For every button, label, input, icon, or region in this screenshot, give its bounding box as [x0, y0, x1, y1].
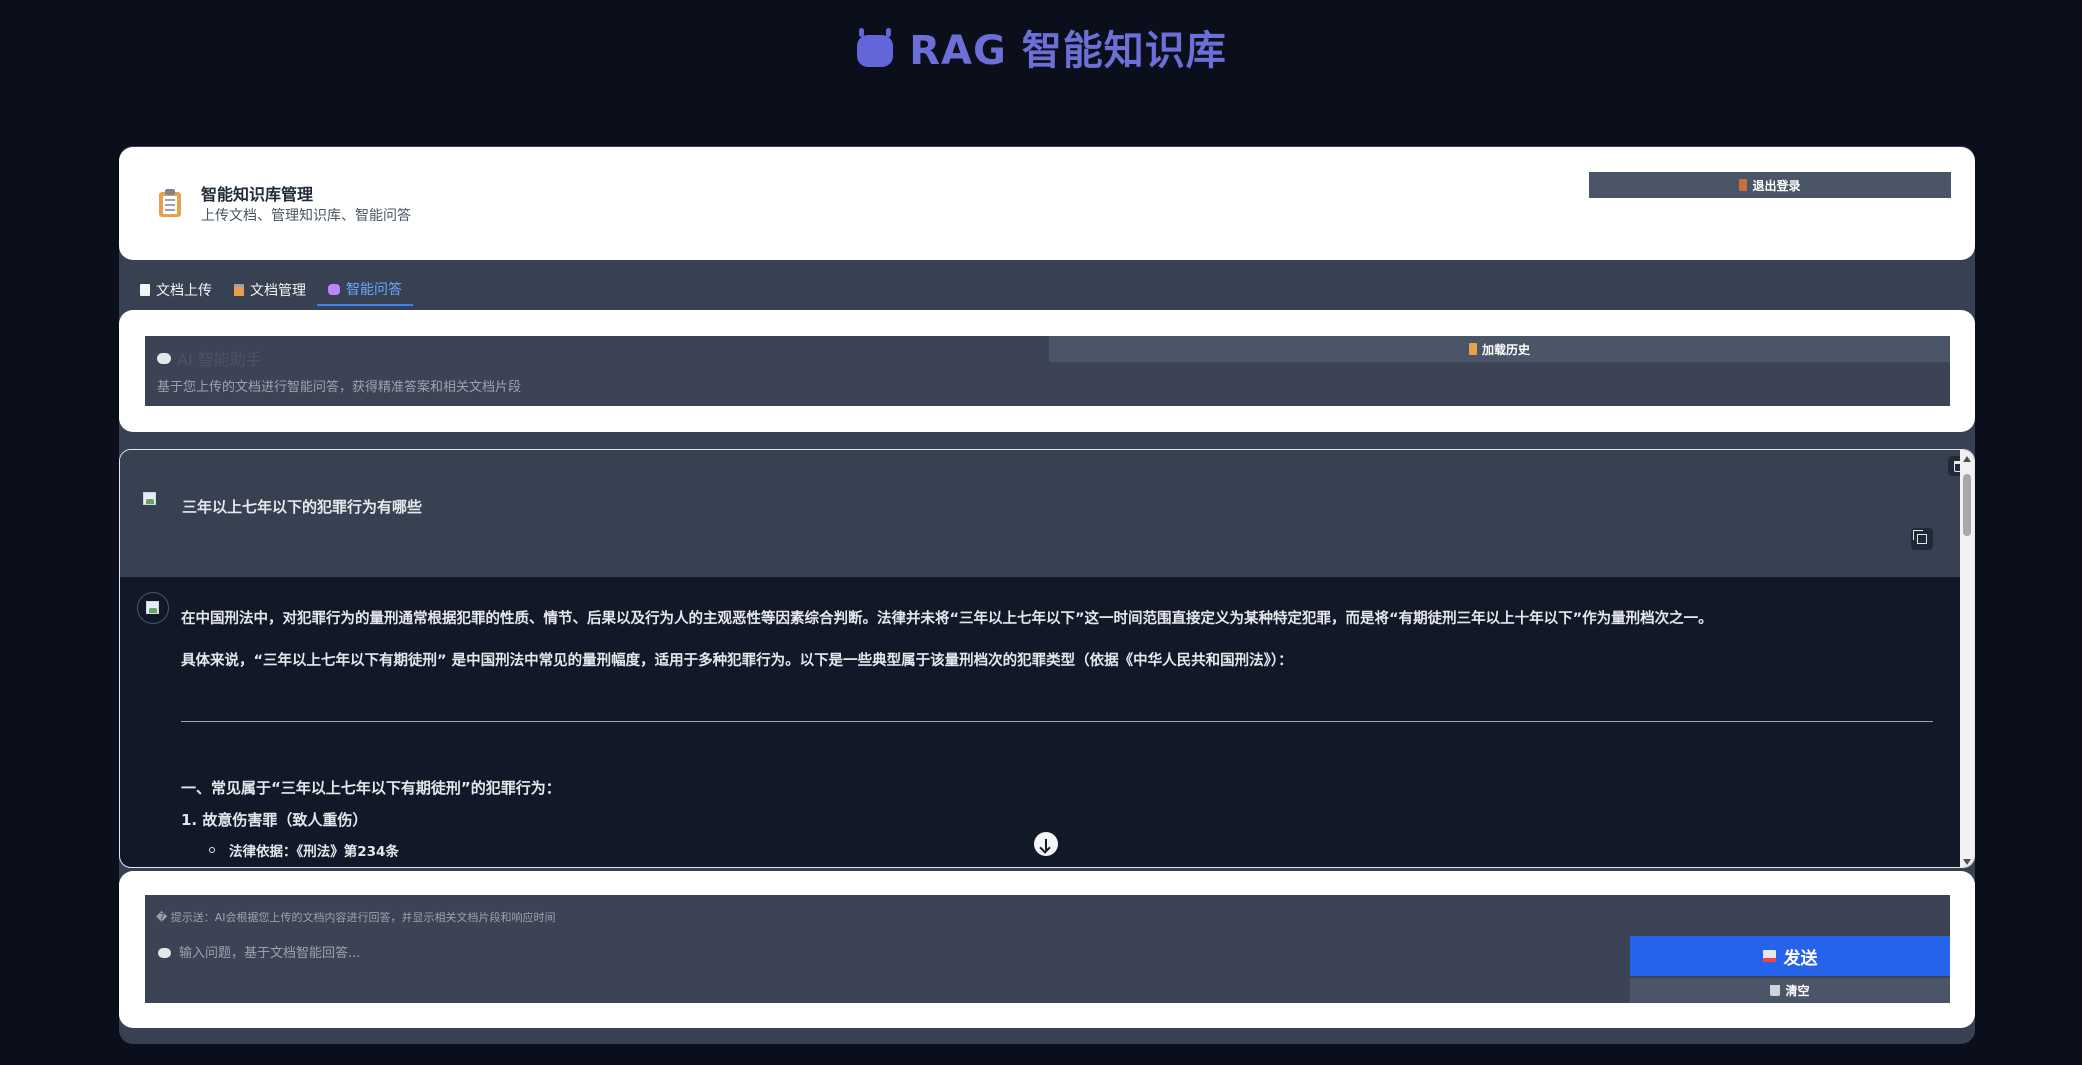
user-avatar: [141, 490, 159, 508]
arrow-down-icon: [1045, 838, 1047, 850]
load-history-button[interactable]: 加载历史: [1049, 336, 1950, 362]
ai-avatar-image: [144, 599, 162, 617]
scroll-up-arrow[interactable]: [1963, 456, 1971, 462]
clear-label: 清空: [1785, 984, 1810, 998]
clipboard-icon: [234, 284, 244, 296]
ai-avatar: [137, 592, 169, 624]
robot-icon: [855, 27, 895, 67]
assistant-title-text: AI 智能助手: [177, 350, 262, 369]
tab-manage-label: 文档管理: [250, 283, 306, 299]
header-card: 智能知识库管理 上传文档、管理知识库、智能问答 退出登录: [119, 147, 1975, 260]
assistant-panel: AI 智能助手 基于您上传的文档进行智能问答，获得精准答案和相关文档片段 加载历…: [145, 336, 1950, 406]
logout-label: 退出登录: [1752, 178, 1801, 193]
chat-scrollbar[interactable]: [1960, 450, 1974, 867]
scroll-down-arrow[interactable]: [1963, 859, 1971, 865]
outbox-icon: [1762, 950, 1776, 962]
assistant-card: AI 智能助手 基于您上传的文档进行智能问答，获得精准答案和相关文档片段 加载历…: [119, 310, 1975, 432]
tab-qa[interactable]: 智能问答: [317, 274, 413, 306]
clear-button[interactable]: 清空: [1630, 978, 1950, 1003]
scroll-thumb[interactable]: [1963, 474, 1971, 536]
user-message-text: 三年以上七年以下的犯罪行为有哪些: [182, 498, 423, 516]
ai-heading: 一、常见属于“三年以上七年以下有期徒刑”的犯罪行为：: [181, 779, 561, 797]
load-history-label: 加载历史: [1481, 342, 1530, 357]
document-icon: [140, 284, 150, 296]
tab-bar: 文档上传 文档管理 智能问答: [129, 274, 413, 306]
header-subtitle: 上传文档、管理知识库、智能问答: [201, 208, 411, 224]
app-title-bar: RAG 智能知识库: [0, 18, 2082, 76]
chat-area[interactable]: 三年以上七年以下的犯罪行为有哪些 在中国刑法中，对犯罪行为的量刑通常根据犯罪的性…: [119, 449, 1975, 868]
logout-button[interactable]: 退出登录: [1589, 172, 1951, 198]
door-icon: [1739, 179, 1748, 191]
tab-qa-label: 智能问答: [346, 282, 402, 298]
ai-sub-item: 法律依据：《刑法》第234条: [209, 840, 399, 860]
input-panel: � 提示送：AI会根据您上传的文档内容进行回答，并显示相关文档片段和响应时间 发…: [145, 895, 1950, 1003]
ai-paragraph: 在中国刑法中，对犯罪行为的量刑通常根据犯罪的性质、情节、后果以及行为人的主观恶性…: [181, 611, 1713, 627]
header-title: 智能知识库管理: [201, 185, 314, 204]
ai-paragraph: 具体来说，“三年以上七年以下有期徒刑” 是中国刑法中常见的量刑幅度，适用于多种犯…: [181, 653, 1293, 669]
app-title: RAG 智能知识库: [909, 28, 1227, 74]
tab-upload-label: 文档上传: [156, 283, 212, 299]
robot-icon: [328, 283, 340, 295]
user-message: 三年以上七年以下的犯罪行为有哪些: [120, 450, 1968, 577]
scroll-to-bottom-button[interactable]: [1034, 832, 1058, 856]
copy-message-button[interactable]: [1911, 528, 1933, 550]
copy-icon: [1913, 530, 1927, 544]
input-card: � 提示送：AI会根据您上传的文档内容进行回答，并显示相关文档片段和响应时间 发…: [119, 871, 1975, 1028]
assistant-subtitle: 基于您上传的文档进行智能问答，获得精准答案和相关文档片段: [157, 380, 522, 395]
question-input[interactable]: [153, 939, 1633, 967]
divider: [181, 721, 1933, 722]
send-button[interactable]: 发送: [1630, 936, 1950, 976]
input-hint: � 提示送：AI会根据您上传的文档内容进行回答，并显示相关文档片段和响应时间: [156, 911, 556, 924]
speech-bubble-icon: [157, 352, 171, 364]
book-icon: [1468, 343, 1477, 355]
send-label: 发送: [1783, 948, 1818, 968]
ai-list-item: 1. 故意伤害罪（致人重伤）: [181, 811, 368, 829]
assistant-title: AI 智能助手: [157, 346, 262, 370]
clipboard-icon: [159, 189, 181, 217]
trash-icon: [1770, 985, 1781, 996]
bullet-icon: [209, 847, 215, 853]
tab-upload[interactable]: 文档上传: [129, 274, 223, 306]
tab-manage[interactable]: 文档管理: [223, 274, 317, 306]
